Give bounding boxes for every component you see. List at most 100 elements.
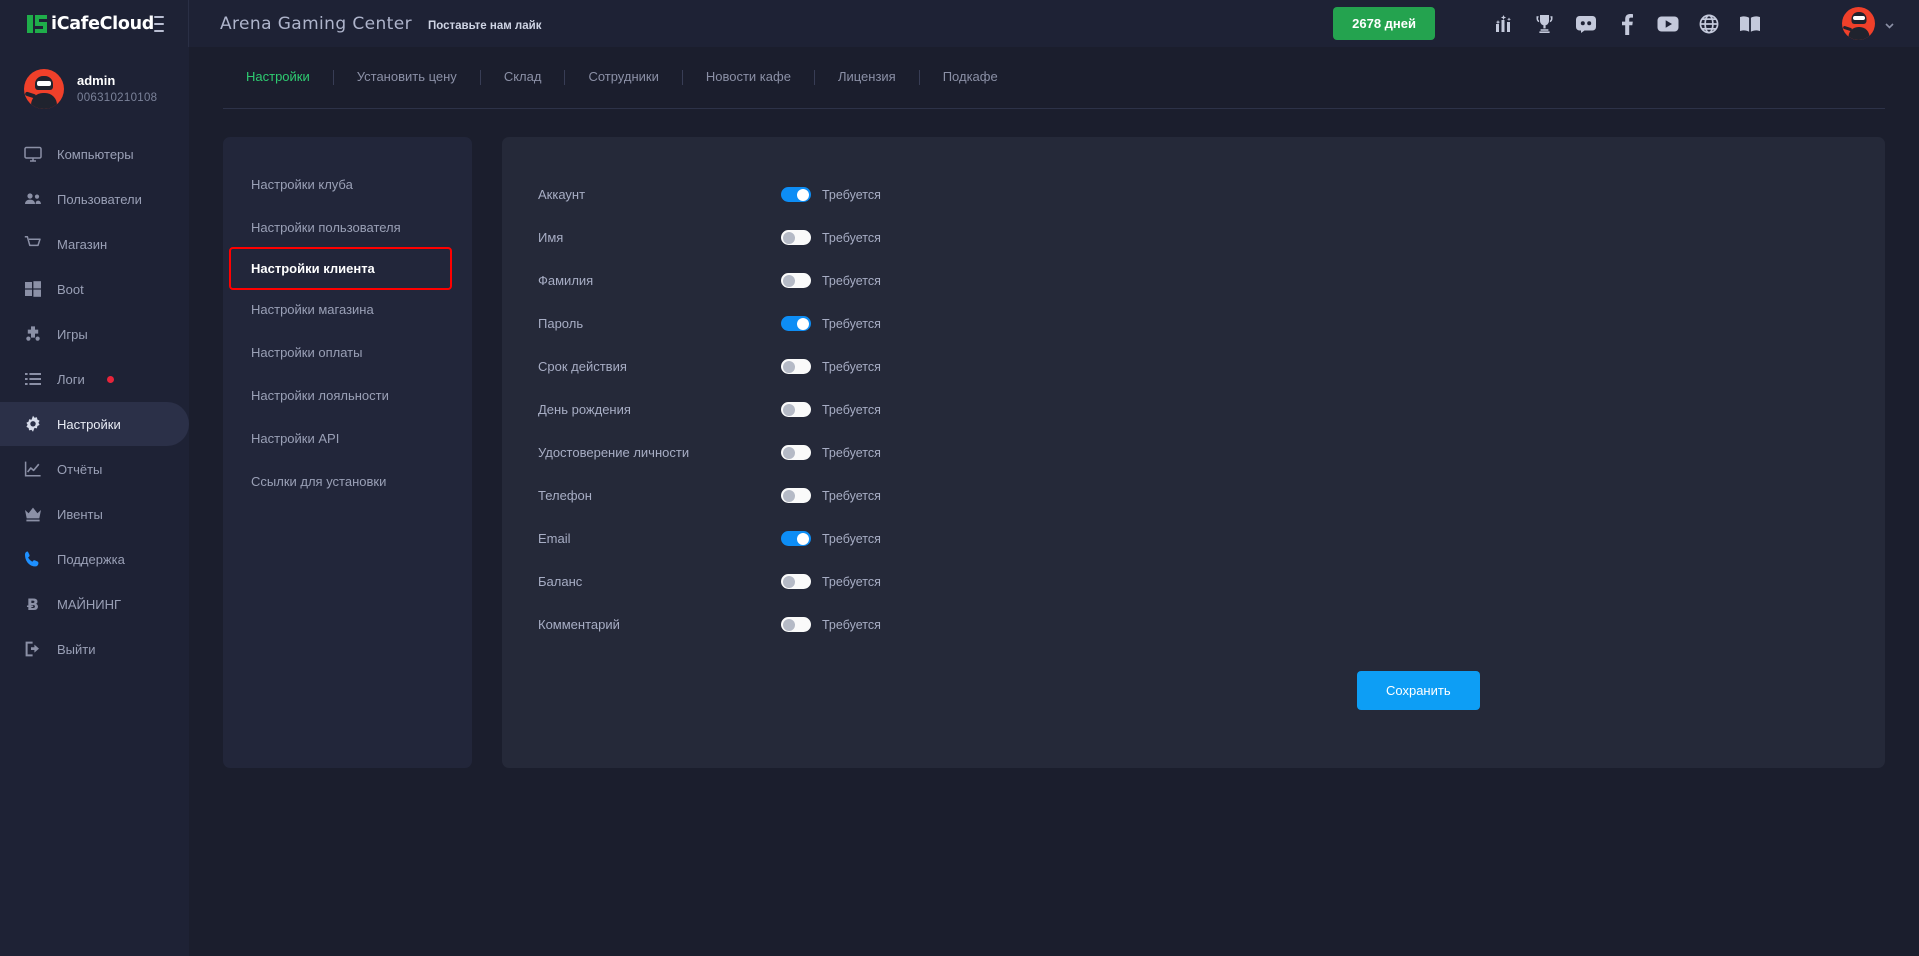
sidebar-item-label: Логи (57, 371, 85, 387)
settings-menu-item-6[interactable]: Настройки API (223, 417, 472, 460)
youtube-icon[interactable] (1652, 11, 1683, 37)
setting-row-4: Срок действия Требуется (502, 345, 1885, 388)
page-title: Arena Gaming Center (220, 13, 412, 34)
tab-bar: Настройки Установить цену Склад Сотрудники Н… (223, 47, 1885, 109)
sidebar-item-1[interactable]: Пользователи (0, 177, 189, 221)
sidebar-item-10[interactable]: Ƀ МАЙНИНГ (0, 582, 189, 626)
settings-menu-item-1[interactable]: Настройки пользователя (223, 206, 472, 249)
facebook-icon[interactable] (1611, 11, 1642, 37)
setting-toggle-label: Требуется (822, 359, 881, 374)
discord-icon[interactable] (1570, 11, 1601, 37)
windows-icon (24, 280, 42, 298)
setting-toggle[interactable] (781, 488, 811, 503)
svg-text:Ƀ: Ƀ (27, 595, 39, 613)
app-logo[interactable]: iCafeCloud (26, 14, 154, 34)
sidebar-item-5[interactable]: Логи (0, 357, 189, 401)
tab-2[interactable]: Склад (481, 70, 566, 85)
setting-toggle-label: Требуется (822, 574, 881, 589)
sidebar-item-9[interactable]: Поддержка (0, 537, 189, 581)
setting-toggle[interactable] (781, 316, 811, 331)
settings-menu-item-4[interactable]: Настройки оплаты (223, 331, 472, 374)
sidebar-item-3[interactable]: Boot (0, 267, 189, 311)
sidebar-item-0[interactable]: Компьютеры (0, 132, 189, 176)
setting-toggle[interactable] (781, 230, 811, 245)
header-actions: 2678 дней (1333, 7, 1919, 40)
save-button-row: Сохранить (502, 671, 1885, 710)
settings-menu-item-5[interactable]: Настройки лояльности (223, 374, 472, 417)
like-us-link[interactable]: Поставьте нам лайк (428, 20, 541, 32)
ninja-avatar (1842, 7, 1875, 40)
sidebar-item-label: МАЙНИНГ (57, 596, 122, 612)
sidebar-nav: Компьютеры Пользователи Магазин Boot Игры Лог… (0, 132, 189, 671)
sidebar-item-label: Настройки (57, 416, 121, 432)
setting-row-5: День рождения Требуется (502, 388, 1885, 431)
setting-toggle-label: Требуется (822, 402, 881, 417)
setting-row-3: Пароль Требуется (502, 302, 1885, 345)
sidebar-item-label: Ивенты (57, 506, 103, 522)
tab-0[interactable]: Настройки (223, 70, 334, 85)
list-icon (24, 370, 42, 388)
tab-3[interactable]: Сотрудники (565, 70, 683, 85)
ninja-avatar (24, 69, 64, 109)
settings-menu-item-7[interactable]: Ссылки для установки (223, 460, 472, 503)
setting-toggle[interactable] (781, 445, 811, 460)
setting-toggle-label: Требуется (822, 316, 881, 331)
setting-toggle[interactable] (781, 359, 811, 374)
ranking-chart-icon[interactable] (1488, 11, 1519, 37)
settings-side-menu: Настройки клуба Настройки пользователя Нас… (223, 137, 472, 768)
sidebar-item-label: Компьютеры (57, 146, 134, 162)
brand-zone: iCafeCloud (0, 0, 189, 47)
sidebar-item-4[interactable]: Игры (0, 312, 189, 356)
setting-toggle[interactable] (781, 187, 811, 202)
sidebar: admin 006310210108 Компьютеры Пользовател… (0, 47, 189, 956)
sidebar-item-2[interactable]: Магазин (0, 222, 189, 266)
setting-toggle[interactable] (781, 617, 811, 632)
setting-toggle-label: Требуется (822, 531, 881, 546)
setting-toggle-label: Требуется (822, 445, 881, 460)
gear-icon (24, 415, 42, 433)
setting-row-7: Телефон Требуется (502, 474, 1885, 517)
settings-content: Настройки клуба Настройки пользователя Нас… (189, 109, 1919, 768)
sidebar-item-7[interactable]: Отчёты (0, 447, 189, 491)
hamburger-icon[interactable] (153, 15, 164, 32)
setting-label: Срок действия (538, 359, 627, 374)
settings-menu-item-0[interactable]: Настройки клуба (223, 163, 472, 206)
setting-toggle[interactable] (781, 402, 811, 417)
cart-icon (24, 235, 42, 253)
sidebar-user-name: admin (77, 72, 116, 88)
user-menu[interactable] (1842, 7, 1895, 40)
sidebar-item-11[interactable]: Выйти (0, 627, 189, 671)
monitor-icon (24, 145, 42, 163)
setting-toggle-label: Требуется (822, 617, 881, 632)
tab-5[interactable]: Лицензия (815, 70, 920, 85)
setting-toggle[interactable] (781, 273, 811, 288)
sidebar-item-label: Пользователи (57, 191, 142, 207)
globe-icon[interactable] (1693, 11, 1724, 37)
sidebar-item-8[interactable]: Ивенты (0, 492, 189, 536)
settings-menu-item-3[interactable]: Настройки магазина (223, 288, 472, 331)
tab-1[interactable]: Установить цену (334, 70, 481, 85)
setting-label: Баланс (538, 574, 583, 589)
logout-icon (24, 640, 42, 658)
days-remaining-badge[interactable]: 2678 дней (1333, 7, 1435, 40)
client-settings-fields: Аккаунт Требуется Имя Требуется Фамилия Требу… (502, 173, 1885, 646)
setting-row-0: Аккаунт Требуется (502, 173, 1885, 216)
save-button[interactable]: Сохранить (1357, 671, 1480, 710)
notification-dot (106, 375, 114, 383)
header-title-zone: Arena Gaming Center Поставьте нам лайк (220, 14, 541, 34)
settings-menu-item-2[interactable]: Настройки клиента (229, 247, 452, 290)
sidebar-item-label: Магазин (57, 236, 108, 252)
setting-label: Телефон (538, 488, 592, 503)
sidebar-user-block[interactable]: admin 006310210108 (0, 47, 189, 131)
tab-4[interactable]: Новости кафе (683, 70, 815, 85)
sidebar-item-label: Выйти (57, 641, 96, 657)
setting-toggle[interactable] (781, 531, 811, 546)
tab-6[interactable]: Подкафе (920, 70, 1021, 85)
setting-toggle[interactable] (781, 574, 811, 589)
icafecloud-logo-icon (26, 14, 48, 34)
setting-row-9: Баланс Требуется (502, 560, 1885, 603)
book-icon[interactable] (1734, 11, 1765, 37)
sidebar-item-label: Отчёты (57, 461, 103, 477)
sidebar-item-6[interactable]: Настройки (0, 402, 189, 446)
trophy-icon[interactable] (1529, 11, 1560, 37)
